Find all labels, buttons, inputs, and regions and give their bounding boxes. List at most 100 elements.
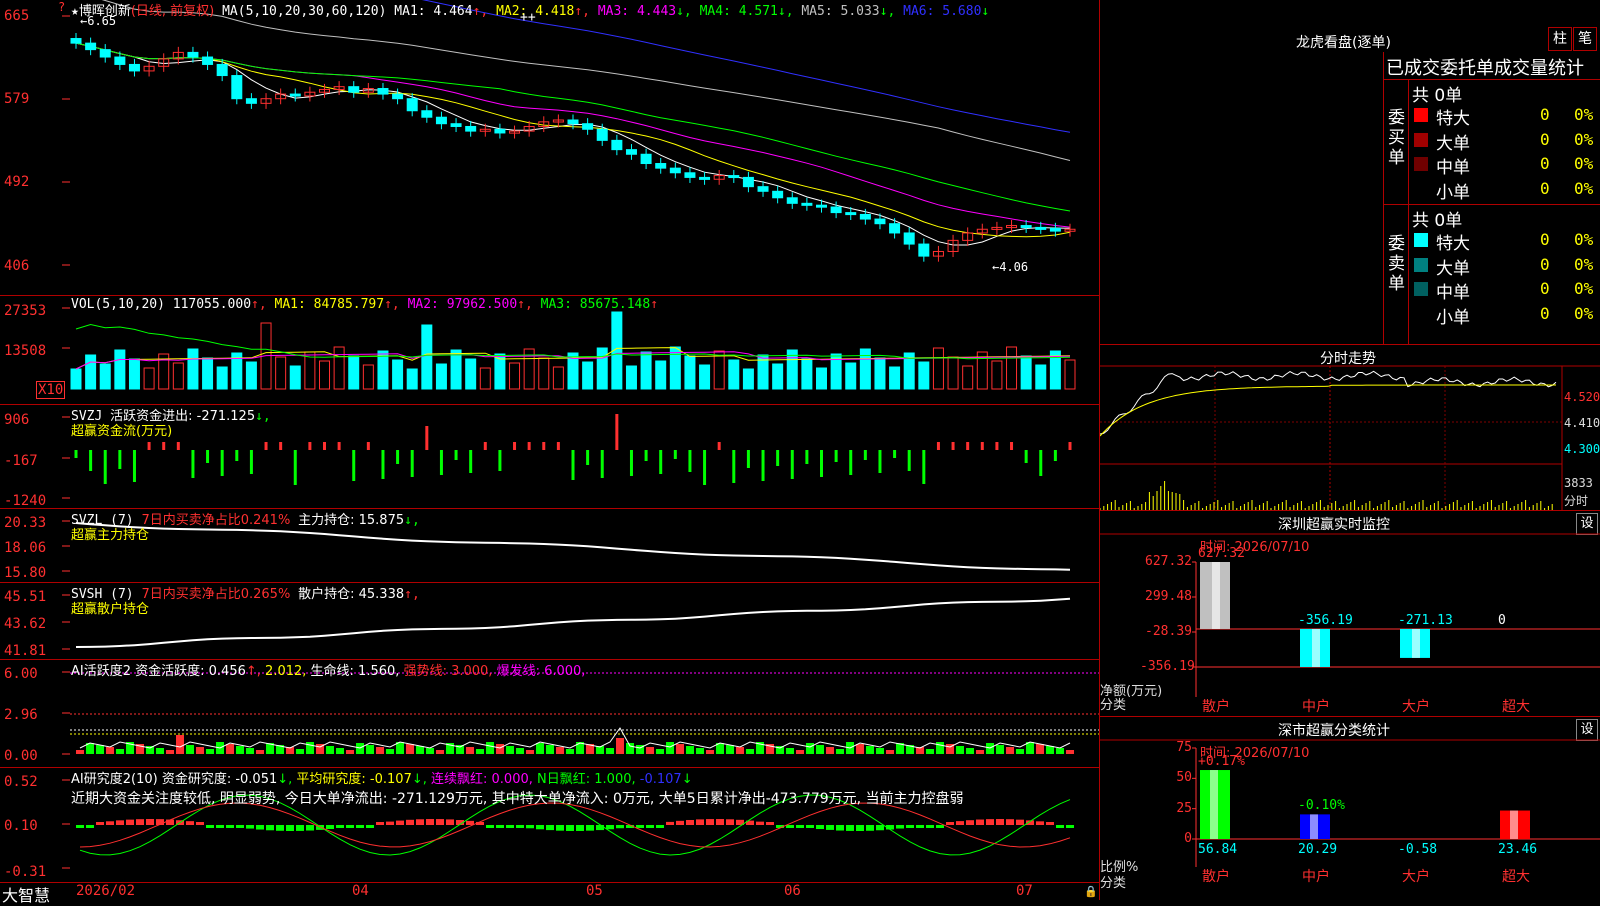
bar-mode-button[interactable]: 柱 — [1548, 27, 1572, 51]
research-bar — [376, 822, 384, 825]
candle-body — [918, 243, 930, 257]
activity-bar — [426, 748, 434, 754]
volume-bar — [450, 349, 462, 390]
volume-bar — [596, 347, 608, 390]
candle-body — [202, 56, 214, 65]
lock-icon[interactable]: 🔒 — [1084, 885, 1098, 898]
research-bar — [586, 825, 594, 831]
y-tick: 75 — [1176, 740, 1192, 755]
activity-bar — [646, 747, 654, 754]
avg-price-line — [1100, 384, 1556, 437]
order-size-label: 特大 — [1436, 109, 1470, 129]
research-bar — [926, 825, 934, 828]
order-count: 0 — [1540, 230, 1550, 249]
volume-bar — [816, 367, 827, 390]
volume-chart[interactable] — [0, 297, 1099, 405]
activity-bar — [176, 735, 184, 754]
activity-bar — [616, 738, 624, 754]
y-tick: 43.62 — [4, 616, 47, 632]
ai1-activity: 资金活跃度: 0.456 — [135, 664, 246, 679]
price-line — [1100, 370, 1557, 435]
star-icon[interactable]: ★ — [71, 4, 79, 19]
volume-bar — [216, 366, 228, 390]
activity-bar — [656, 749, 664, 754]
fund-flow-bar — [454, 450, 458, 460]
research-bar — [656, 825, 664, 828]
activity-bar — [496, 744, 504, 754]
activity-bar — [226, 744, 234, 754]
volume-panel[interactable]: VOL(5,10,20) 117055.000↑, MA1: 84785.797… — [0, 297, 1099, 405]
volume-bar — [772, 363, 784, 390]
intraday-chart[interactable] — [1100, 346, 1600, 511]
volume-bar — [99, 363, 111, 390]
candle-body — [1020, 225, 1032, 229]
order-size-label: 小单 — [1436, 307, 1470, 328]
svsh-panel[interactable]: SVSH (7) 7日内买卖净占比0.265% 散户持仓: 45.338↑, 超… — [0, 583, 1099, 660]
fund-flow-bar — [878, 450, 882, 473]
kline-panel[interactable]: ★博晖创新(日线, 前复权) MA(5,10,20,30,60,120) MA1… — [0, 0, 1099, 296]
activity-bar — [706, 750, 714, 754]
volume-bar — [640, 351, 652, 390]
activity-bar — [1036, 744, 1044, 754]
fund-flow-bar — [337, 442, 341, 450]
candle-body — [582, 123, 594, 130]
activity-bar — [996, 745, 1004, 754]
volume-bar — [918, 361, 930, 390]
fund-flow-bar — [118, 450, 122, 469]
color-swatch — [1414, 108, 1428, 122]
bar-highlight — [1312, 628, 1320, 667]
activity-bar — [626, 743, 634, 754]
y-tick: 579 — [4, 91, 30, 107]
svzl-panel[interactable]: SVZL (7) 7日内买卖净占比0.241% 主力持仓: 15.875↓, 超… — [0, 509, 1099, 583]
research-bar — [496, 825, 504, 828]
activity-bar — [786, 748, 794, 754]
candle-body — [830, 206, 842, 214]
buy-total: 共 0单 — [1412, 86, 1463, 106]
candle-body — [99, 49, 111, 58]
ma-arrow: ↓, — [676, 4, 700, 19]
candle-body — [669, 167, 681, 174]
dragon-table: 已成交委托单成交量统计 委买单 委卖单 共 0单 共 0单 特大 0 0% 大单 0 0%… — [1383, 52, 1600, 344]
candle-body — [684, 172, 696, 178]
fund-flow-bar — [366, 442, 370, 450]
pen-mode-button[interactable]: 笔 — [1573, 27, 1597, 51]
fund-flow-bar — [249, 450, 253, 474]
research-bar — [536, 825, 544, 830]
candle-body — [494, 128, 506, 134]
activity-bar — [936, 742, 944, 754]
activity-bar — [956, 746, 964, 754]
activity-bar — [886, 750, 894, 754]
vol-unit[interactable]: X10 — [36, 381, 66, 399]
research-bar — [246, 825, 254, 829]
activity-bar — [726, 745, 734, 754]
fund-flow-bar — [659, 450, 663, 474]
research-bar — [686, 819, 694, 825]
candle-body — [655, 163, 667, 169]
panel-toggle-icon[interactable]: ? — [58, 0, 65, 14]
activity-bar — [736, 747, 744, 754]
activity-bar — [966, 748, 974, 754]
kline-chart[interactable] — [0, 0, 1099, 296]
ai2-label: AI研究度2(10) — [71, 772, 158, 787]
ai-research-panel[interactable]: AI研究度2(10) 资金研究度: -0.051↓, 平均研究度: -0.107… — [0, 768, 1099, 882]
research-bar — [606, 825, 614, 830]
ai-activity-panel[interactable]: AI活跃度2 资金活跃度: 0.456↑, 2.012, 生命线: 1.560,… — [0, 660, 1099, 768]
candle-body — [567, 119, 579, 125]
research-bar — [1016, 819, 1024, 825]
fund-flow-bar — [176, 442, 180, 450]
volume-bar — [699, 364, 711, 390]
research-bar — [646, 825, 654, 828]
x-tick: 04 — [352, 883, 369, 899]
order-count: 0 — [1540, 105, 1550, 124]
low-marker: ←4.06 — [992, 260, 1029, 274]
net-amount-label: -271.13 — [1398, 612, 1453, 628]
volume-bar — [304, 351, 316, 390]
y-tick: 18.06 — [4, 540, 47, 556]
activity-bar — [256, 750, 264, 754]
activity-bar — [826, 747, 834, 754]
y-tick: -167 — [4, 453, 38, 469]
fund-flow-bar — [439, 450, 443, 475]
intraday-panel[interactable]: 分时走势 4.520 4.410 4.300 3833 分时 — [1100, 346, 1600, 511]
volume-bar — [655, 360, 667, 390]
svzj-panel[interactable]: SVZJ 活跃资金进出: -271.125↓, 超赢资金流(万元) 906 -1… — [0, 405, 1099, 509]
